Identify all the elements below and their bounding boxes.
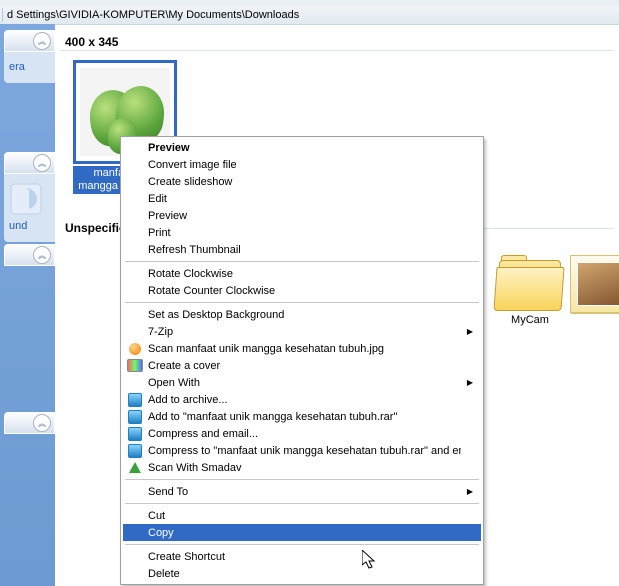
menu-rotate-cw[interactable]: Rotate Clockwise xyxy=(123,265,481,282)
menu-preview[interactable]: Preview xyxy=(123,207,481,224)
collapse-icon[interactable]: ︽ xyxy=(33,32,51,50)
menu-7zip[interactable]: 7-Zip xyxy=(123,323,481,340)
task-panel-1: ︽ era xyxy=(4,30,55,83)
menu-compress-email[interactable]: Compress and email... xyxy=(123,425,481,442)
folder-item[interactable] xyxy=(570,255,619,316)
panel-thumb-icon xyxy=(9,182,43,216)
archive-icon xyxy=(127,409,143,425)
menu-compress-rar-email[interactable]: Compress to "manfaat unik mangga kesehat… xyxy=(123,442,481,459)
left-task-pane: ︽ era ︽ und ︽ xyxy=(0,24,55,586)
menu-scan-file[interactable]: Scan manfaat unik mangga kesehatan tubuh… xyxy=(123,340,481,357)
menu-set-desktop-bg[interactable]: Set as Desktop Background xyxy=(123,306,481,323)
smadav-icon xyxy=(127,460,143,476)
collapse-icon[interactable]: ︽ xyxy=(33,246,51,264)
image-dimensions: 400 x 345 xyxy=(65,35,118,49)
address-bar[interactable]: d Settings\GIVIDIA-KOMPUTER\My Documents… xyxy=(0,5,619,25)
menu-create-slideshow[interactable]: Create slideshow xyxy=(123,173,481,190)
archive-icon xyxy=(127,392,143,408)
menu-open-with[interactable]: Open With xyxy=(123,374,481,391)
menu-send-to[interactable]: Send To xyxy=(123,483,481,500)
archive-icon xyxy=(127,443,143,459)
menu-cut[interactable]: Cut xyxy=(123,507,481,524)
menu-print[interactable]: Print xyxy=(123,224,481,241)
task-panel-2: ︽ und xyxy=(4,152,55,242)
folder-icon xyxy=(493,255,567,311)
task-panel-1-text: era xyxy=(9,61,25,73)
menu-add-to-rar[interactable]: Add to "manfaat unik mangga kesehatan tu… xyxy=(123,408,481,425)
archive-icon xyxy=(127,426,143,442)
folder-thumbnail-icon xyxy=(570,255,619,313)
menu-edit[interactable]: Edit xyxy=(123,190,481,207)
menu-add-to-archive[interactable]: Add to archive... xyxy=(123,391,481,408)
menu-copy[interactable]: Copy xyxy=(123,524,481,541)
task-panel-3: ︽ xyxy=(4,244,55,266)
task-panel-2-text: und xyxy=(9,220,27,232)
menu-scan-smadav[interactable]: Scan With Smadav xyxy=(123,459,481,476)
menu-preview-default[interactable]: Preview xyxy=(123,139,481,156)
cover-icon xyxy=(127,358,143,374)
menu-delete[interactable]: Delete xyxy=(123,565,481,582)
menu-create-cover[interactable]: Create a cover xyxy=(123,357,481,374)
menu-convert-image[interactable]: Convert image file xyxy=(123,156,481,173)
address-path: d Settings\GIVIDIA-KOMPUTER\My Documents… xyxy=(7,9,299,21)
context-menu: Preview Convert image file Create slides… xyxy=(120,136,484,585)
collapse-icon[interactable]: ︽ xyxy=(33,414,51,432)
task-panel-4: ︽ xyxy=(4,412,55,434)
menu-refresh-thumbnail[interactable]: Refresh Thumbnail xyxy=(123,241,481,258)
scan-icon xyxy=(127,341,143,357)
collapse-icon[interactable]: ︽ xyxy=(33,154,51,172)
menu-rotate-ccw[interactable]: Rotate Counter Clockwise xyxy=(123,282,481,299)
menu-create-shortcut[interactable]: Create Shortcut xyxy=(123,548,481,565)
